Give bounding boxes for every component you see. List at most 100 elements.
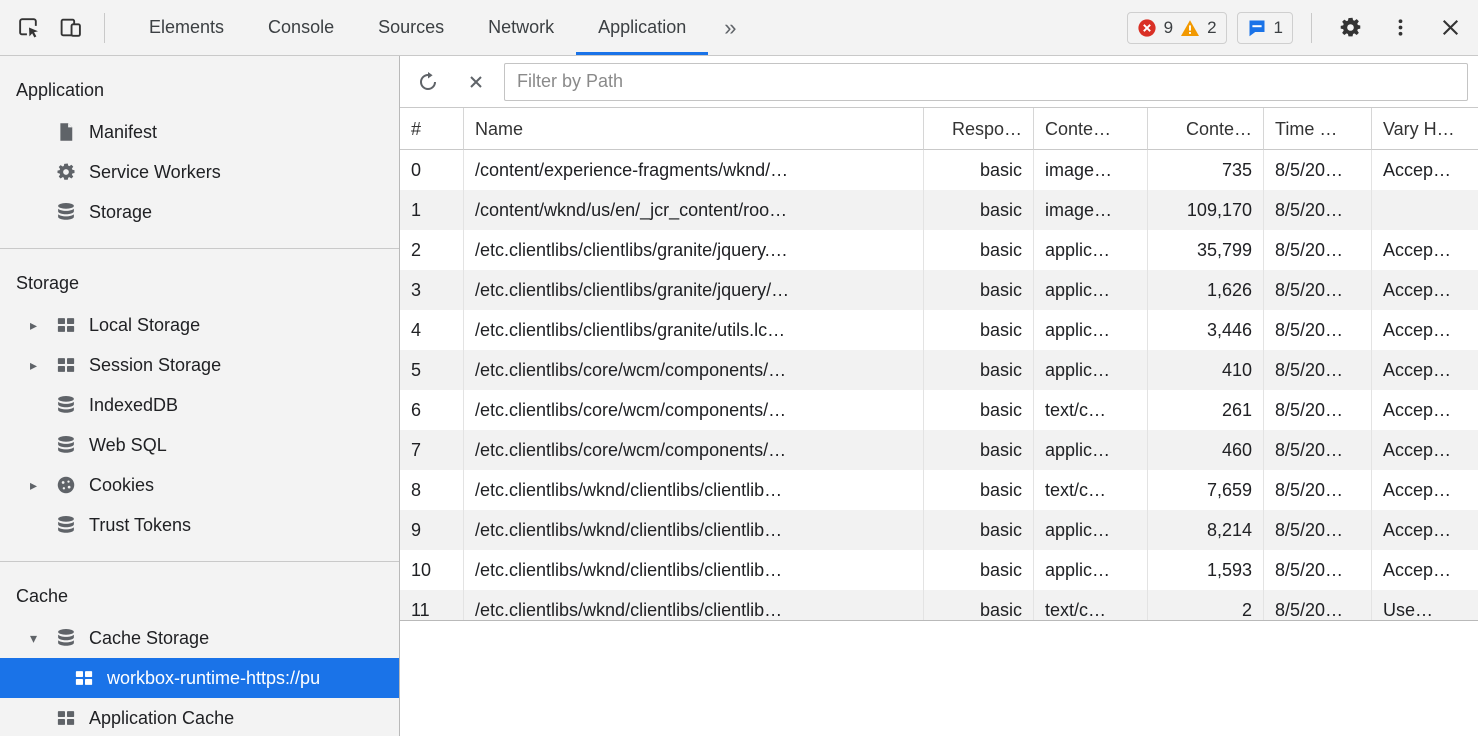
sidebar-item-indexeddb[interactable]: IndexedDB	[0, 385, 399, 425]
cell-response_type: basic	[924, 350, 1034, 390]
column-header-content_type[interactable]: Conte…	[1034, 108, 1148, 150]
sidebar-item-label: Cache Storage	[89, 628, 209, 649]
sidebar-item-label: Application Cache	[89, 708, 234, 729]
cell-index: 2	[400, 230, 464, 270]
sidebar-item-manifest[interactable]: Manifest	[0, 112, 399, 152]
sidebar-section-title: Cache	[0, 574, 399, 618]
tab-console[interactable]: Console	[246, 0, 356, 55]
cell-content_length: 3,446	[1148, 310, 1264, 350]
chevron-right-icon[interactable]: ▸	[30, 478, 56, 492]
cell-index: 5	[400, 350, 464, 390]
issues-badge[interactable]: 1	[1237, 12, 1293, 44]
table-icon	[56, 355, 76, 375]
database-icon	[56, 435, 76, 455]
database-icon	[56, 395, 76, 415]
refresh-icon[interactable]	[408, 62, 448, 102]
cell-content_type: image…	[1034, 190, 1148, 230]
cache-entry-row[interactable]: 9/etc.clientlibs/wknd/clientlibs/clientl…	[400, 510, 1478, 550]
cell-content_type: applic…	[1034, 430, 1148, 470]
cache-entry-row[interactable]: 7/etc.clientlibs/core/wcm/components/…ba…	[400, 430, 1478, 470]
cell-response_type: basic	[924, 190, 1034, 230]
cache-entry-row[interactable]: 1/content/wknd/us/en/_jcr_content/roo…ba…	[400, 190, 1478, 230]
devtools-window: ElementsConsoleSourcesNetworkApplication…	[0, 0, 1478, 736]
sidebar-item-application-cache[interactable]: Application Cache	[0, 698, 399, 736]
toggle-device-toolbar-icon[interactable]	[50, 8, 90, 48]
table-body: 0/content/experience-fragments/wknd/…bas…	[400, 150, 1478, 620]
errors-warnings-badge[interactable]: 9 2	[1127, 12, 1227, 44]
cell-vary_header: Accep…	[1372, 270, 1478, 310]
cache-entry-row[interactable]: 2/etc.clientlibs/clientlibs/granite/jque…	[400, 230, 1478, 270]
cache-toolbar	[400, 56, 1478, 108]
sidebar-item-session-storage[interactable]: ▸Session Storage	[0, 345, 399, 385]
more-tabs-button[interactable]: »	[708, 0, 752, 55]
column-header-index[interactable]: #	[400, 108, 464, 150]
sidebar-item-cookies[interactable]: ▸ Cookies	[0, 465, 399, 505]
sidebar-item-label: Storage	[89, 202, 152, 223]
cell-content_type: text/c…	[1034, 590, 1148, 620]
cache-entry-row[interactable]: 4/etc.clientlibs/clientlibs/granite/util…	[400, 310, 1478, 350]
sidebar-item-storage[interactable]: Storage	[0, 192, 399, 232]
tab-application[interactable]: Application	[576, 0, 708, 55]
cell-content_length: 261	[1148, 390, 1264, 430]
cell-response_type: basic	[924, 310, 1034, 350]
chevron-down-icon[interactable]: ▾	[30, 631, 56, 645]
cell-response_type: basic	[924, 230, 1034, 270]
tab-sources[interactable]: Sources	[356, 0, 466, 55]
cache-entry-row[interactable]: 6/etc.clientlibs/core/wcm/components/…ba…	[400, 390, 1478, 430]
settings-gear-icon[interactable]	[1330, 8, 1370, 48]
cache-storage-panel: #NameRespo…Conte…Conte…Time …Vary H… 0/c…	[400, 56, 1478, 736]
column-header-response_type[interactable]: Respo…	[924, 108, 1034, 150]
chevron-right-icon[interactable]: ▸	[30, 318, 56, 332]
cell-time_cached: 8/5/20…	[1264, 510, 1372, 550]
cache-entry-row[interactable]: 8/etc.clientlibs/wknd/clientlibs/clientl…	[400, 470, 1478, 510]
delete-selected-icon[interactable]	[456, 62, 496, 102]
sidebar-item-local-storage[interactable]: ▸Local Storage	[0, 305, 399, 345]
chevron-right-icon[interactable]: ▸	[30, 358, 56, 372]
kebab-menu-icon[interactable]	[1380, 8, 1420, 48]
cell-vary_header: Accep…	[1372, 390, 1478, 430]
cache-entry-row[interactable]: 5/etc.clientlibs/core/wcm/components/…ba…	[400, 350, 1478, 390]
tab-network[interactable]: Network	[466, 0, 576, 55]
cache-entry-row[interactable]: 11/etc.clientlibs/wknd/clientlibs/client…	[400, 590, 1478, 620]
tab-elements[interactable]: Elements	[127, 0, 246, 55]
sidebar-item-trust-tokens[interactable]: Trust Tokens	[0, 505, 399, 545]
cookie-icon	[56, 475, 76, 495]
cell-response_type: basic	[924, 510, 1034, 550]
gear-icon	[56, 162, 76, 182]
column-header-content_length[interactable]: Conte…	[1148, 108, 1264, 150]
cache-entry-row[interactable]: 10/etc.clientlibs/wknd/clientlibs/client…	[400, 550, 1478, 590]
cell-name: /etc.clientlibs/clientlibs/granite/jquer…	[464, 230, 924, 270]
cell-name: /content/wknd/us/en/_jcr_content/roo…	[464, 190, 924, 230]
cell-time_cached: 8/5/20…	[1264, 390, 1372, 430]
sidebar-section-storage: Storage▸Local Storage▸Session StorageInd…	[0, 249, 399, 562]
cell-name: /etc.clientlibs/wknd/clientlibs/clientli…	[464, 590, 924, 620]
toolbar-divider	[1311, 13, 1312, 43]
cell-content_length: 460	[1148, 430, 1264, 470]
filter-by-path-input[interactable]	[504, 63, 1468, 101]
cell-content_type: applic…	[1034, 310, 1148, 350]
cell-content_type: applic…	[1034, 230, 1148, 270]
cell-response_type: basic	[924, 270, 1034, 310]
cell-time_cached: 8/5/20…	[1264, 470, 1372, 510]
cache-entry-row[interactable]: 0/content/experience-fragments/wknd/…bas…	[400, 150, 1478, 190]
sidebar-section-title: Storage	[0, 261, 399, 305]
cell-time_cached: 8/5/20…	[1264, 430, 1372, 470]
cell-index: 3	[400, 270, 464, 310]
column-header-vary_header[interactable]: Vary H…	[1372, 108, 1478, 150]
cell-name: /etc.clientlibs/wknd/clientlibs/clientli…	[464, 550, 924, 590]
cache-entry-row[interactable]: 3/etc.clientlibs/clientlibs/granite/jque…	[400, 270, 1478, 310]
close-devtools-icon[interactable]	[1430, 8, 1470, 48]
sidebar-item-label: Cookies	[89, 475, 154, 496]
table-icon	[74, 668, 94, 688]
column-header-time_cached[interactable]: Time …	[1264, 108, 1372, 150]
cell-content_length: 1,626	[1148, 270, 1264, 310]
column-header-name[interactable]: Name	[464, 108, 924, 150]
inspect-element-icon[interactable]	[8, 8, 48, 48]
sidebar-item-service-workers[interactable]: Service Workers	[0, 152, 399, 192]
preview-pane	[400, 620, 1478, 736]
cell-index: 7	[400, 430, 464, 470]
sidebar-item-cache-storage[interactable]: ▾ Cache Storage	[0, 618, 399, 658]
sidebar-item-web-sql[interactable]: Web SQL	[0, 425, 399, 465]
sidebar-item-workbox-runtime-https-pu[interactable]: workbox-runtime-https://pu	[0, 658, 399, 698]
cell-index: 11	[400, 590, 464, 620]
